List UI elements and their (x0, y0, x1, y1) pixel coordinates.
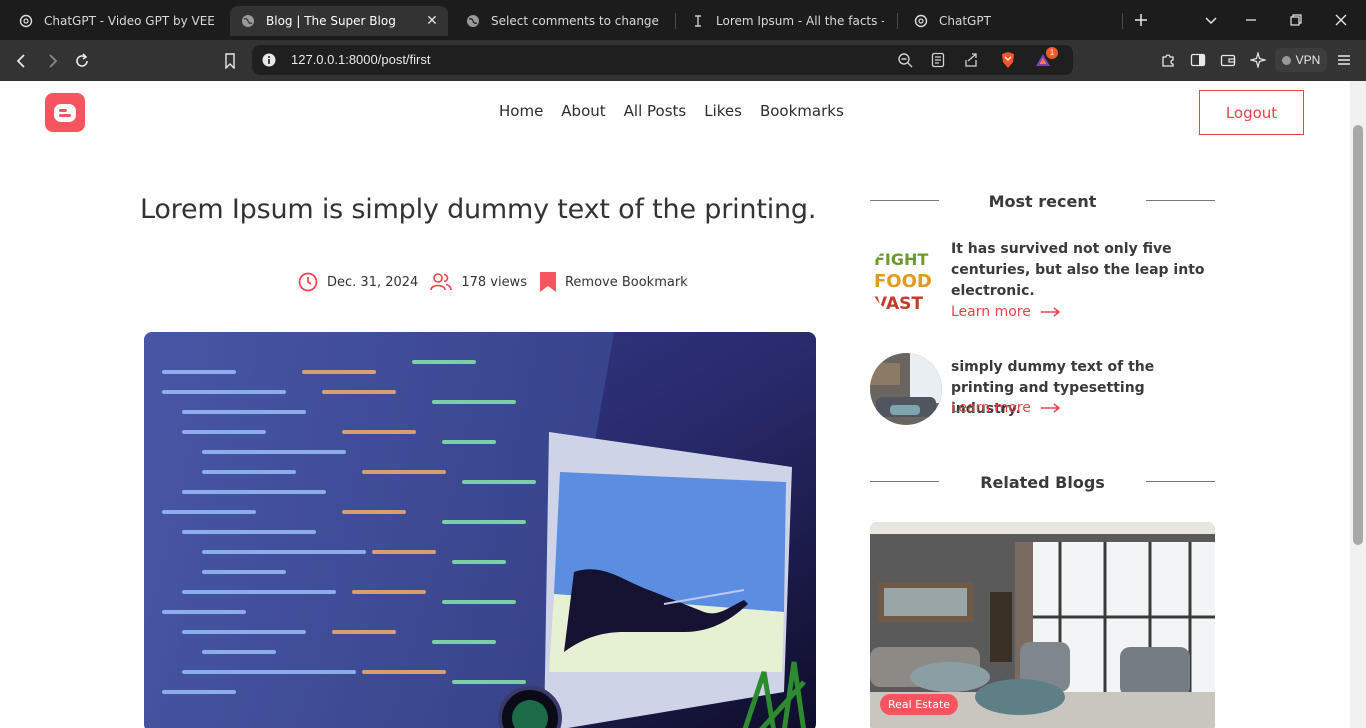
nav-about[interactable]: About (561, 102, 605, 120)
recent-post-item[interactable]: FIGHT FOOD VAST It has survived not only… (870, 239, 1215, 329)
related-blogs-heading: Related Blogs (870, 470, 1215, 494)
browser-tab-chatgpt-veed[interactable]: ChatGPT - Video GPT by VEED (8, 6, 226, 36)
globe-icon (240, 13, 256, 29)
nav-likes[interactable]: Likes (704, 102, 742, 120)
menu-icon[interactable] (1334, 50, 1354, 70)
lipsum-icon (690, 13, 706, 29)
svg-text:FOOD: FOOD (874, 271, 932, 292)
recent-post-thumbnail (870, 353, 942, 425)
tab-separator (897, 13, 898, 29)
restore-icon[interactable] (1286, 10, 1306, 30)
wallet-icon[interactable] (1218, 50, 1238, 70)
remove-bookmark-label: Remove Bookmark (564, 274, 688, 290)
nav-home[interactable]: Home (499, 102, 543, 120)
tab-title: ChatGPT - Video GPT by VEED (44, 14, 216, 28)
nav-all-posts[interactable]: All Posts (624, 102, 687, 120)
post-meta: Dec. 31, 2024 178 views Remove Bookmark (298, 271, 700, 293)
arrow-right-icon (1040, 307, 1061, 317)
vpn-button[interactable]: VPN (1275, 48, 1327, 72)
learn-more-label: Learn more (951, 304, 1031, 320)
tab-search-chevron-icon[interactable] (1201, 10, 1221, 30)
back-icon[interactable] (10, 49, 34, 73)
remove-bookmark-button[interactable]: Remove Bookmark (539, 271, 688, 293)
learn-more-link[interactable]: Learn more (951, 400, 1061, 416)
clock-icon (298, 272, 318, 292)
learn-more-link[interactable]: Learn more (951, 304, 1061, 320)
sidebar-toggle-icon[interactable] (1188, 50, 1208, 70)
tab-separator (1122, 13, 1123, 29)
most-recent-heading: Most recent (870, 189, 1215, 213)
leo-ai-icon[interactable] (1248, 50, 1268, 70)
minimize-icon[interactable] (1241, 10, 1261, 30)
heading-divider (1146, 481, 1215, 482)
related-blog-card[interactable]: Real Estate (870, 522, 1215, 728)
vpn-label: VPN (1295, 53, 1321, 67)
forward-icon[interactable] (40, 49, 64, 73)
chatgpt-icon (913, 13, 929, 29)
learn-more-label: Learn more (951, 400, 1031, 416)
web-page: Home About All Posts Likes Bookmarks Log… (0, 81, 1350, 728)
reload-icon[interactable] (70, 49, 94, 73)
heading-divider (870, 200, 939, 201)
post-views-text: 178 views (461, 274, 527, 290)
recent-post-thumbnail: FIGHT FOOD VAST (870, 243, 942, 315)
chatgpt-icon (18, 13, 34, 29)
browser-tab-lorem-ipsum[interactable]: Lorem Ipsum - All the facts - Lips (680, 6, 894, 36)
reader-mode-icon[interactable] (929, 51, 947, 69)
svg-text:VAST: VAST (874, 294, 923, 314)
post-date: Dec. 31, 2024 (298, 272, 418, 292)
close-tab-icon[interactable]: ✕ (424, 13, 440, 29)
svg-text:FIGHT: FIGHT (874, 250, 928, 269)
bookmark-icon (539, 272, 556, 292)
browser-tab-super-blog[interactable]: Blog | The Super Blog ✕ (230, 6, 448, 36)
close-window-icon[interactable] (1331, 10, 1351, 30)
site-info-icon[interactable] (260, 51, 278, 69)
tab-title: ChatGPT (939, 14, 991, 28)
address-bar[interactable]: 127.0.0.1:8000/post/first 1 (252, 45, 1073, 75)
most-recent-title: Most recent (988, 191, 1097, 211)
blogger-logo-icon[interactable] (45, 93, 85, 132)
post-date-text: Dec. 31, 2024 (327, 274, 419, 290)
scrollbar-thumb[interactable] (1353, 125, 1363, 545)
tab-title: Select comments to change | Dja (491, 14, 663, 28)
category-badge[interactable]: Real Estate (880, 694, 959, 715)
nav-bookmarks[interactable]: Bookmarks (760, 102, 844, 120)
recent-post-title[interactable]: It has survived not only five centuries,… (951, 239, 1213, 302)
brave-shields-icon[interactable] (999, 51, 1017, 69)
tab-title: Lorem Ipsum - All the facts - Lips (716, 14, 884, 28)
new-tab-icon[interactable] (1131, 10, 1151, 30)
browser-tab-bar: ChatGPT - Video GPT by VEED Blog | The S… (0, 0, 1366, 40)
share-icon[interactable] (962, 51, 980, 69)
vpn-status-icon (1281, 55, 1291, 65)
extensions-icon[interactable] (1158, 50, 1178, 70)
post-views: 178 views (430, 272, 527, 292)
heading-divider (870, 481, 939, 482)
zoom-icon[interactable] (896, 51, 914, 69)
post-title: Lorem Ipsum is simply dummy text of the … (140, 194, 817, 225)
browser-tab-chatgpt[interactable]: ChatGPT (903, 6, 1117, 36)
globe-icon (465, 13, 481, 29)
recent-post-item[interactable]: simply dummy text of the printing and ty… (870, 353, 1215, 429)
logout-button[interactable]: Logout (1199, 90, 1304, 135)
bookmark-page-icon[interactable] (218, 49, 242, 73)
rewards-notification-badge: 1 (1046, 47, 1058, 59)
page-scrollbar[interactable] (1350, 81, 1366, 728)
users-icon (430, 273, 453, 291)
arrow-right-icon (1040, 403, 1061, 413)
post-hero-image (144, 332, 816, 728)
tab-title: Blog | The Super Blog (266, 14, 396, 28)
related-blogs-title: Related Blogs (980, 472, 1105, 492)
heading-divider (1146, 200, 1215, 201)
tab-separator (675, 13, 676, 29)
url-text[interactable]: 127.0.0.1:8000/post/first (291, 52, 430, 67)
site-navigation: Home About All Posts Likes Bookmarks (499, 102, 844, 120)
browser-tab-django-comments[interactable]: Select comments to change | Dja (455, 6, 673, 36)
